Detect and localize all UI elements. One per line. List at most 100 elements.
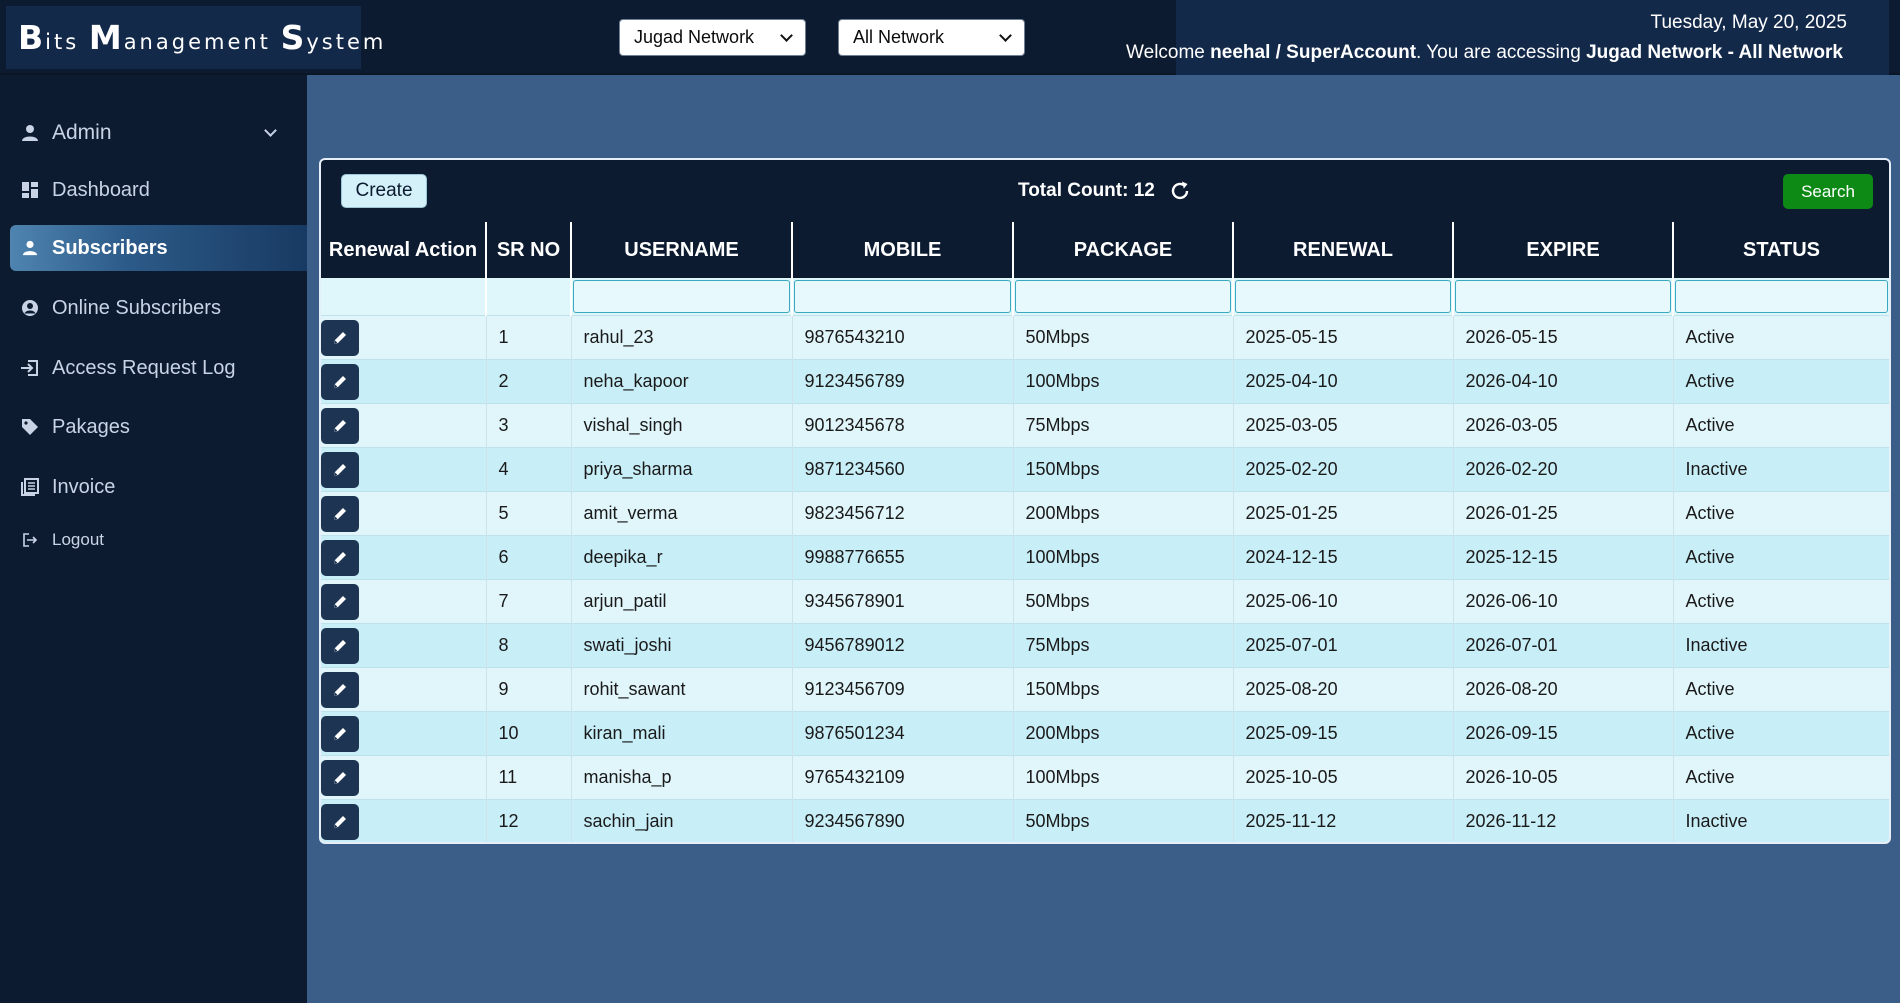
edit-renewal-button[interactable]: [321, 319, 359, 356]
sr-no-cell: 3: [485, 403, 571, 448]
column-header-expire: EXPIRE: [1452, 222, 1673, 278]
mobile-cell: 9988776655: [791, 535, 1013, 580]
pencil-icon: [334, 375, 346, 388]
sidebar-item-access-request-log[interactable]: Access Request Log: [10, 345, 307, 391]
sr-no-cell: 9: [485, 667, 571, 712]
pencil-icon: [334, 419, 346, 432]
package-cell: 200Mbps: [1012, 711, 1233, 756]
username-cell: rahul_23: [570, 315, 792, 360]
table-row: 10 kiran_mali 9876501234 200Mbps 2025-09-15 2…: [321, 711, 1889, 756]
sidebar-item-logout[interactable]: Logout: [10, 517, 307, 563]
sidebar-item-admin[interactable]: Admin: [10, 110, 307, 156]
filter-cell-empty: [485, 278, 571, 316]
edit-renewal-button[interactable]: [321, 715, 359, 752]
filter-cell: [1672, 278, 1889, 316]
filter-cell: [1452, 278, 1673, 316]
invoice-icon: [20, 477, 40, 497]
subnetwork-select[interactable]: All Network: [838, 19, 1025, 56]
status-cell: Inactive: [1672, 799, 1889, 842]
edit-renewal-button[interactable]: [321, 627, 359, 664]
edit-renewal-button[interactable]: [321, 451, 359, 488]
username-cell: rohit_sawant: [570, 667, 792, 712]
sidebar-item-dashboard[interactable]: Dashboard: [10, 167, 307, 213]
sidebar-item-label: Admin: [52, 121, 112, 144]
expire-cell: 2026-08-20: [1452, 667, 1673, 712]
edit-renewal-button[interactable]: [321, 407, 359, 444]
status-cell: Active: [1672, 579, 1889, 624]
sr-no-cell: 10: [485, 711, 571, 756]
package-cell: 50Mbps: [1012, 315, 1233, 360]
mobile-cell: 9871234560: [791, 447, 1013, 492]
accessing-text: . You are accessing: [1416, 42, 1587, 63]
expire-cell: 2025-12-15: [1452, 535, 1673, 580]
package-filter-input[interactable]: [1015, 280, 1231, 313]
expire-cell: 2026-01-25: [1452, 491, 1673, 536]
column-header-status: STATUS: [1672, 222, 1889, 278]
mobile-cell: 9012345678: [791, 403, 1013, 448]
renewal-filter-input[interactable]: [1235, 280, 1451, 313]
edit-renewal-button[interactable]: [321, 539, 359, 576]
total-count-label: Total Count: 12: [1018, 180, 1155, 201]
tag-icon: [20, 417, 40, 437]
sidebar-item-invoice[interactable]: Invoice: [10, 464, 307, 510]
username-cell: swati_joshi: [570, 623, 792, 668]
sidebar-item-label: Logout: [52, 530, 104, 549]
sr-no-cell: 2: [485, 359, 571, 404]
edit-renewal-button[interactable]: [321, 803, 359, 840]
network-select[interactable]: Jugad Network: [619, 19, 806, 56]
status-cell: Inactive: [1672, 623, 1889, 668]
mobile-cell: 9123456789: [791, 359, 1013, 404]
mobile-cell: 9876501234: [791, 711, 1013, 756]
renewal-action-cell: [321, 403, 486, 448]
status-filter-input[interactable]: [1675, 280, 1888, 313]
sidebar-item-online-subscribers[interactable]: Online Subscribers: [10, 285, 307, 331]
username-cell: amit_verma: [570, 491, 792, 536]
sidebar-item-subscribers[interactable]: Subscribers: [10, 225, 307, 271]
sidebar-item-label: Pakages: [52, 415, 130, 438]
access-scope: Jugad Network - All Network: [1586, 42, 1843, 63]
chevron-down-icon: [999, 28, 1012, 42]
sidebar-item-label: Online Subscribers: [52, 296, 221, 319]
table-row: 12 sachin_jain 9234567890 50Mbps 2025-11-12 2…: [321, 799, 1889, 842]
chevron-down-icon[interactable]: [264, 124, 277, 137]
filter-cell-empty: [321, 278, 486, 316]
refresh-icon[interactable]: [1169, 180, 1191, 202]
current-user: neehal / SuperAccount: [1210, 42, 1417, 63]
total-count: Total Count: 12: [1018, 180, 1191, 202]
username-cell: deepika_r: [570, 535, 792, 580]
panel-toolbar: Create Total Count: 12 Search: [321, 160, 1889, 222]
renewal-action-cell: [321, 491, 486, 536]
create-button[interactable]: Create: [341, 174, 427, 208]
sidebar-item-packages[interactable]: Pakages: [10, 404, 307, 450]
username-filter-input[interactable]: [573, 280, 790, 313]
column-header-sr-no: SR NO: [485, 222, 571, 278]
username-cell: sachin_jain: [570, 799, 792, 842]
mobile-cell: 9123456709: [791, 667, 1013, 712]
edit-renewal-button[interactable]: [321, 583, 359, 620]
edit-renewal-button[interactable]: [321, 759, 359, 796]
edit-renewal-button[interactable]: [321, 363, 359, 400]
sign-in-icon: [20, 358, 40, 378]
mobile-filter-input[interactable]: [794, 280, 1011, 313]
expire-cell: 2026-02-20: [1452, 447, 1673, 492]
renewal-action-cell: [321, 359, 486, 404]
table-body: 1 rahul_23 9876543210 50Mbps 2025-05-15 2026-…: [321, 278, 1889, 842]
column-header-renewal: RENEWAL: [1232, 222, 1453, 278]
expire-cell: 2026-05-15: [1452, 315, 1673, 360]
username-cell: arjun_patil: [570, 579, 792, 624]
status-cell: Active: [1672, 359, 1889, 404]
package-cell: 75Mbps: [1012, 403, 1233, 448]
search-button[interactable]: Search: [1783, 174, 1873, 209]
expire-filter-input[interactable]: [1455, 280, 1671, 313]
user-icon: [20, 238, 40, 258]
status-cell: Active: [1672, 535, 1889, 580]
renewal-action-cell: [321, 799, 486, 842]
status-cell: Inactive: [1672, 447, 1889, 492]
subscribers-panel: Create Total Count: 12 Search Renewal Ac…: [319, 158, 1891, 844]
edit-renewal-button[interactable]: [321, 671, 359, 708]
pencil-icon: [334, 727, 346, 740]
pencil-icon: [334, 551, 346, 564]
welcome-panel: Tuesday, May 20, 2025 Welcome neehal / S…: [1126, 0, 1889, 75]
edit-renewal-button[interactable]: [321, 495, 359, 532]
sr-no-cell: 6: [485, 535, 571, 580]
